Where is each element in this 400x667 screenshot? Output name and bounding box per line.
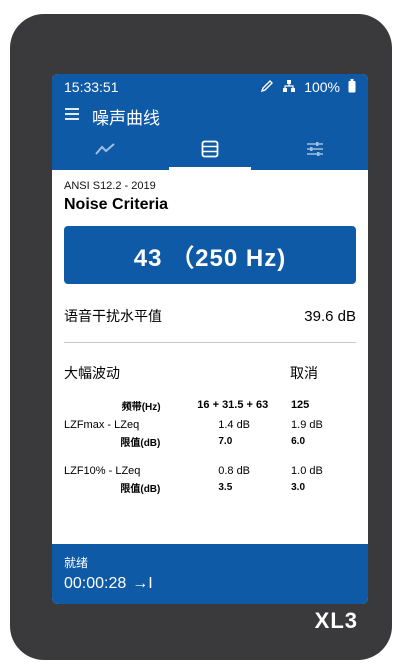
menu-icon[interactable] — [64, 107, 80, 126]
row-value-1: 0.8 dB — [218, 465, 251, 477]
screen: 15:33:51 100% 噪声曲线 ANSI S12.2 - 2019 Noi… — [52, 74, 368, 604]
measurement-status: 就绪 — [64, 556, 89, 570]
sil-row: 语音干扰水平值 39.6 dB — [64, 306, 356, 326]
limit-value-1: 7.0 — [218, 435, 233, 447]
limit-value-1: 3.5 — [218, 481, 233, 493]
fluctuation-header: 大幅波动 取消 — [64, 363, 356, 383]
sil-label: 语音干扰水平值 — [64, 308, 162, 324]
tab-chart[interactable] — [52, 132, 157, 170]
limit-row: 限值(dB) 7.0 6.0 — [64, 433, 356, 449]
tab-bar — [52, 132, 368, 170]
status-bar: 15:33:51 100% — [52, 74, 368, 100]
row-value-2: 1.0 dB — [291, 465, 323, 477]
row-value-2: 1.9 dB — [291, 419, 323, 431]
nc-heading: Noise Criteria — [64, 196, 169, 213]
app-bar: 噪声曲线 — [52, 100, 368, 132]
table-icon — [201, 140, 219, 163]
line-chart-icon — [94, 141, 116, 162]
status-time: 15:33:51 — [64, 79, 119, 95]
limit-label: 限值(dB) — [120, 437, 161, 449]
table-row: LZF10% - LZeq 0.8 dB 1.0 dB — [64, 463, 356, 479]
row-name: LZF10% - LZeq — [64, 465, 141, 477]
band-col2: 125 — [290, 399, 310, 411]
battery-icon — [348, 78, 356, 96]
fluctuation-table: 频带(Hz) 16 + 31.5 + 63 125 LZFmax - LZeq … — [64, 397, 356, 495]
band-row: 频带(Hz) 16 + 31.5 + 63 125 — [64, 397, 356, 413]
table-row: LZFmax - LZeq 1.4 dB 1.9 dB — [64, 417, 356, 433]
fluctuation-label: 大幅波动 — [64, 365, 120, 381]
timer-end-icon: →I — [132, 575, 153, 592]
tab-table[interactable] — [157, 132, 262, 170]
elapsed-time: 00:00:28 — [64, 575, 127, 592]
battery-level: 100% — [304, 79, 340, 95]
standard-label: ANSI S12.2 - 2019 — [64, 180, 156, 192]
main-content: ANSI S12.2 - 2019 Noise Criteria 43 （250… — [52, 170, 368, 495]
cancel-label[interactable]: 取消 — [290, 363, 356, 383]
row-name: LZFmax - LZeq — [64, 419, 140, 431]
tab-settings[interactable] — [263, 132, 368, 170]
sil-value: 39.6 dB — [304, 307, 356, 325]
limit-label: 限值(dB) — [120, 483, 161, 495]
page-title: 噪声曲线 — [92, 108, 160, 128]
device-frame: 15:33:51 100% 噪声曲线 ANSI S12.2 - 2019 Noi… — [10, 14, 392, 660]
pen-icon — [260, 79, 274, 96]
sliders-icon — [305, 140, 325, 163]
band-label: 频带(Hz) — [121, 401, 161, 413]
nc-result: 43 （250 Hz) — [64, 226, 356, 284]
limit-value-2: 6.0 — [291, 435, 306, 447]
row-value-1: 1.4 dB — [218, 419, 251, 431]
timer-row: 00:00:28 →I — [64, 575, 356, 593]
band-col1: 16 + 31.5 + 63 — [197, 399, 269, 411]
limit-row: 限值(dB) 3.5 3.0 — [64, 479, 356, 495]
network-icon — [282, 79, 296, 96]
limit-value-2: 3.0 — [291, 481, 306, 493]
divider — [64, 342, 356, 343]
brand-logo: XL3 — [314, 608, 358, 633]
status-footer: 就绪 00:00:28 →I — [52, 544, 368, 604]
